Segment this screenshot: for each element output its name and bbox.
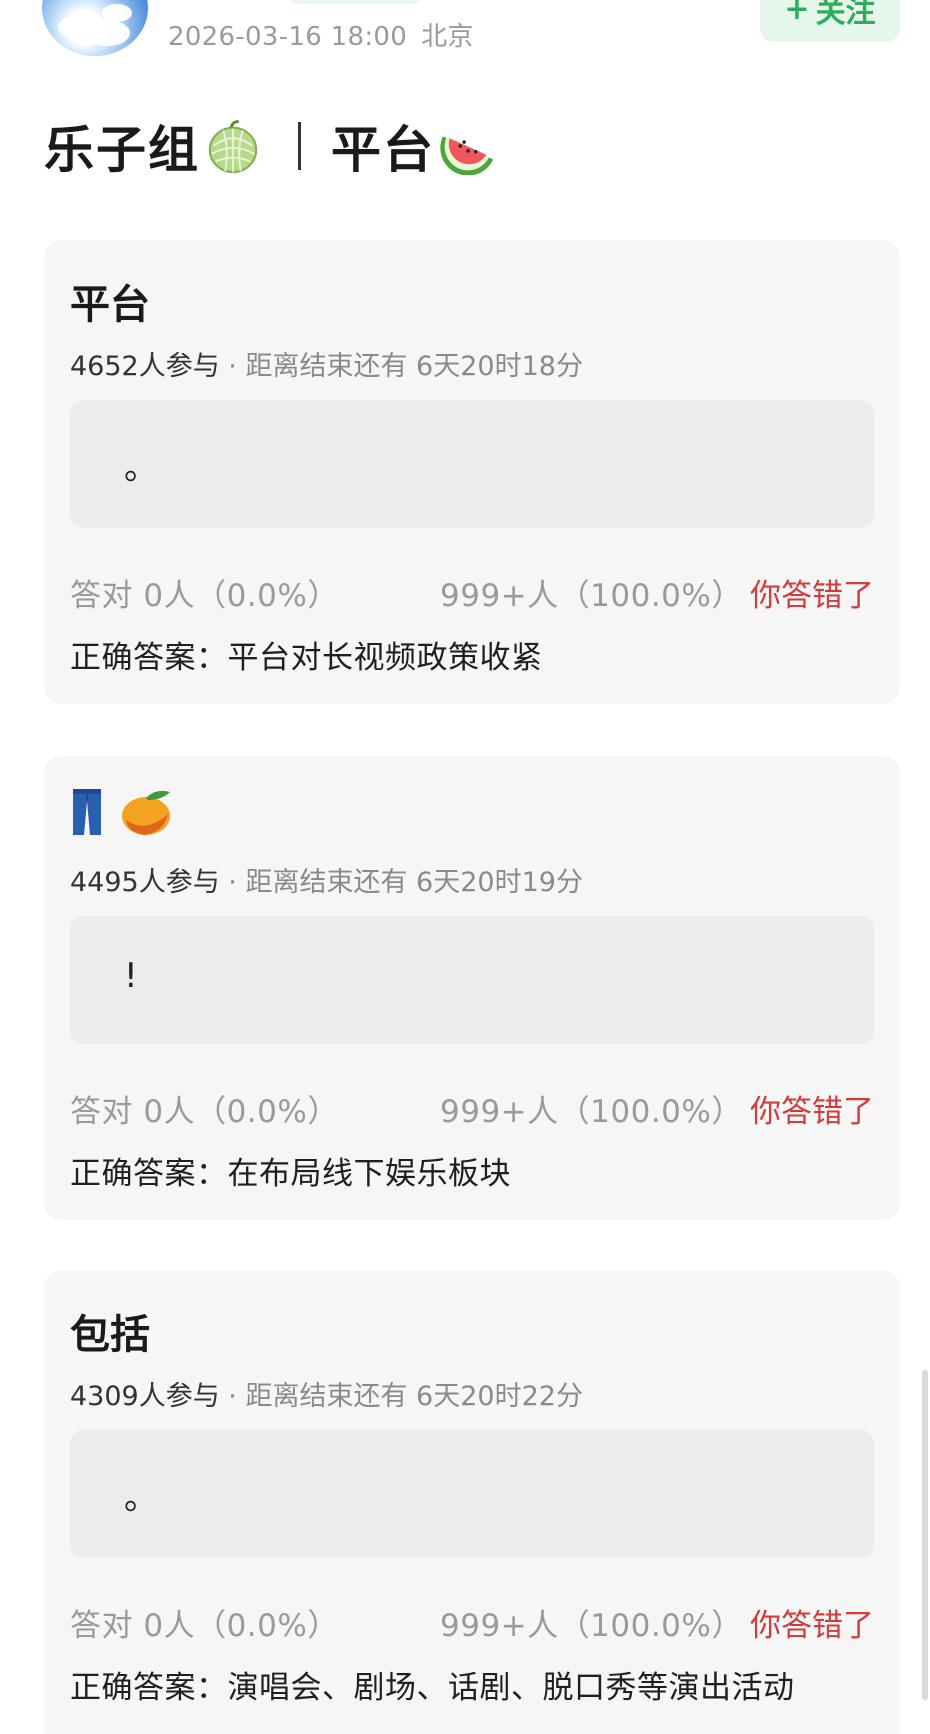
post-meta: 2026-03-16 18:00 北京: [168, 16, 474, 53]
wrong-count: 999+人（100.0%）: [440, 1608, 743, 1644]
correct-answer: 正确答案：平台对长视频政策收紧: [70, 640, 543, 676]
quiz-meta: 4652人参与 · 距离结束还有 6天20时18分: [70, 344, 583, 383]
quiz-title: 包括: [70, 1312, 150, 1358]
user-answer: 。: [124, 448, 158, 488]
plus-icon: +: [784, 0, 810, 27]
deadline-text: · 距离结束还有 6天20时19分: [219, 867, 583, 898]
follow-label: 关注: [815, 0, 876, 30]
quiz-card[interactable]: 4495人参与 · 距离结束还有 6天20时19分 ! 答对 0人（0.0%） …: [44, 756, 900, 1220]
wrong-count: 999+人（100.0%）: [440, 578, 743, 614]
verdict-label: 你答错了: [750, 1094, 874, 1130]
participant-count: 4309人参与: [70, 1381, 220, 1412]
post-title: 乐子组 平台: [44, 112, 497, 180]
correct-count: 答对 0人（0.0%）: [70, 1608, 339, 1644]
watermelon-icon: [440, 136, 494, 175]
verdict-label: 你答错了: [750, 1608, 874, 1644]
mango-icon: [122, 790, 170, 835]
user-answer-box: 。: [70, 1430, 874, 1558]
post-date: 2026-03-16 18:00: [168, 22, 408, 52]
user-answer: !: [124, 956, 138, 996]
participant-count: 4495人参与: [70, 867, 220, 898]
participant-count: 4652人参与: [70, 351, 220, 382]
correct-count: 答对 0人（0.0%）: [70, 578, 339, 614]
quiz-card[interactable]: 包括 4309人参与 · 距离结束还有 6天20时22分 。 答对 0人（0.0…: [44, 1270, 900, 1734]
user-answer-box: 。: [70, 400, 874, 528]
user-answer: 。: [124, 1478, 158, 1518]
scrollbar[interactable]: [922, 1370, 928, 1700]
quiz-card[interactable]: 平台 4652人参与 · 距离结束还有 6天20时18分 。 答对 0人（0.0…: [44, 240, 900, 704]
avatar[interactable]: [42, 0, 148, 56]
correct-count: 答对 0人（0.0%）: [70, 1094, 339, 1130]
post-header: 2026-03-16 18:00 北京 + 关注: [0, 0, 930, 100]
melon-icon: [208, 120, 258, 174]
post-location: 北京: [421, 22, 474, 52]
answer-stats: 答对 0人（0.0%） 999+人（100.0%） 你答错了: [70, 1600, 874, 1644]
quiz-meta: 4309人参与 · 距离结束还有 6天20时22分: [70, 1374, 583, 1413]
badge-pill: [290, 0, 420, 4]
jeans-icon: [73, 789, 101, 835]
user-answer-box: !: [70, 916, 874, 1044]
wrong-count: 999+人（100.0%）: [440, 1094, 743, 1130]
title-part1: 乐子组: [44, 121, 200, 179]
quiz-title: 平台: [70, 282, 150, 328]
deadline-text: · 距离结束还有 6天20时18分: [219, 351, 583, 382]
correct-answer: 正确答案：演唱会、剧场、话剧、脱口秀等演出活动: [70, 1670, 795, 1706]
deadline-text: · 距离结束还有 6天20时22分: [219, 1381, 583, 1412]
quiz-title-icons: [70, 784, 174, 840]
title-part2: 平台: [331, 121, 435, 179]
verdict-label: 你答错了: [750, 578, 874, 614]
correct-answer: 正确答案：在布局线下娱乐板块: [70, 1156, 511, 1192]
answer-stats: 答对 0人（0.0%） 999+人（100.0%） 你答错了: [70, 570, 874, 614]
title-separator: [298, 122, 301, 170]
answer-stats: 答对 0人（0.0%） 999+人（100.0%） 你答错了: [70, 1086, 874, 1130]
quiz-meta: 4495人参与 · 距离结束还有 6天20时19分: [70, 860, 583, 899]
follow-button[interactable]: + 关注: [760, 0, 900, 42]
